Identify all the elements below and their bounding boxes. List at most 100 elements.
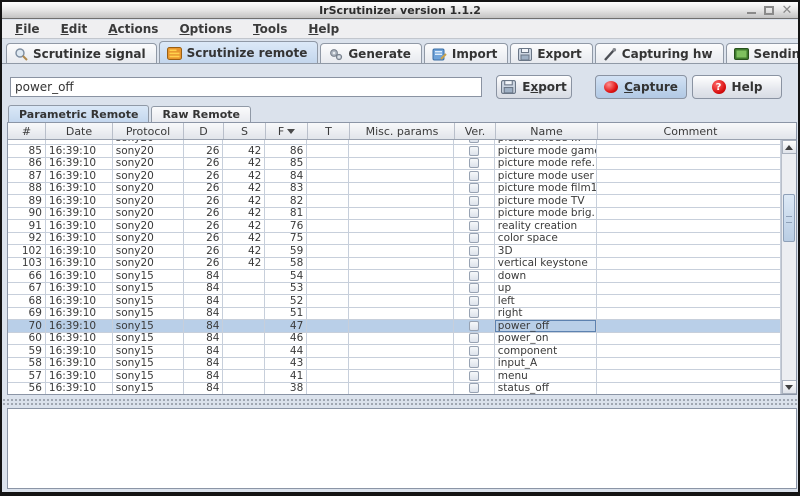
capture-button[interactable]: Capture [595, 75, 687, 99]
table-row[interactable]: 8916:39:10sony20264282picture mode TV [8, 195, 781, 208]
maximize-button[interactable] [762, 4, 776, 17]
verified-checkbox[interactable] [469, 233, 479, 243]
scrollbar-track[interactable] [782, 154, 797, 380]
vertical-scrollbar[interactable] [781, 140, 796, 394]
table-row[interactable]: 6916:39:10sony158451right [8, 308, 781, 321]
col-header-s[interactable]: S [224, 123, 266, 139]
col-header-comment[interactable]: Comment [598, 123, 783, 139]
verified-checkbox[interactable] [469, 383, 479, 393]
verified-checkbox[interactable] [469, 158, 479, 168]
verified-checkbox[interactable] [469, 308, 479, 318]
help-button[interactable]: ? Help [692, 75, 782, 99]
menu-options[interactable]: Options [173, 21, 238, 37]
help-question-icon: ? [712, 80, 726, 94]
magnifier-icon [14, 47, 28, 61]
verified-checkbox[interactable] [469, 208, 479, 218]
console-output-area[interactable] [7, 408, 797, 489]
menu-actions[interactable]: Actions [102, 21, 164, 37]
verified-checkbox[interactable] [469, 146, 479, 156]
verified-checkbox[interactable] [469, 140, 479, 143]
col-header-t[interactable]: T [308, 123, 350, 139]
menu-edit[interactable]: Edit [55, 21, 94, 37]
verified-checkbox[interactable] [469, 346, 479, 356]
record-ball-icon [604, 81, 618, 93]
table-row[interactable]: 6616:39:10sony158454down [8, 270, 781, 283]
arrow-up-icon [785, 145, 793, 150]
window-title: IrScrutinizer version 1.1.2 [319, 4, 481, 17]
col-header-protocol[interactable]: Protocol [113, 123, 184, 139]
tab-generate[interactable]: Generate [320, 43, 422, 64]
table-row[interactable]: 5716:39:10sony158441menu [8, 370, 781, 383]
scroll-up-button[interactable] [782, 140, 797, 154]
tab-scrutinize-signal[interactable]: Scrutinize signal [6, 43, 157, 64]
tab-parametric-remote[interactable]: Parametric Remote [8, 105, 149, 122]
tab-label: Export [537, 47, 581, 61]
table-row[interactable]: sony20picture mode ... [8, 140, 781, 145]
table-row[interactable]: 8816:39:10sony20264283picture mode film1 [8, 183, 781, 196]
verified-checkbox[interactable] [469, 358, 479, 368]
table-row[interactable]: 8716:39:10sony20264284picture mode user [8, 170, 781, 183]
tab-export[interactable]: Export [510, 43, 592, 64]
sort-descending-icon [287, 129, 295, 134]
verified-checkbox[interactable] [469, 296, 479, 306]
col-header-ver[interactable]: Ver. [455, 123, 496, 139]
table-row[interactable]: 10216:39:10sony202642593D [8, 245, 781, 258]
export-button-label: Export [522, 80, 566, 94]
verified-checkbox[interactable] [469, 171, 479, 181]
table-row[interactable]: 5816:39:10sony158443input_A [8, 358, 781, 371]
tab-capturing-hw[interactable]: Capturing hw [595, 43, 724, 64]
probe-pen-icon [603, 48, 617, 61]
col-header-num[interactable]: # [8, 123, 46, 139]
command-name-input[interactable] [10, 77, 482, 97]
col-header-date[interactable]: Date [46, 123, 113, 139]
verified-checkbox[interactable] [469, 371, 479, 381]
verified-checkbox[interactable] [469, 333, 479, 343]
verified-checkbox[interactable] [469, 196, 479, 206]
tab-import[interactable]: Import [424, 43, 508, 64]
main-tab-strip: Scrutinize signal Scrutinize remote Gene… [2, 41, 798, 64]
table-row[interactable]: 6716:39:10sony158453up [8, 283, 781, 296]
table-row[interactable]: 9216:39:10sony20264275color space [8, 233, 781, 246]
subtab-label: Raw Remote [162, 108, 240, 121]
tab-sending-hw[interactable]: Sending hw [726, 43, 800, 64]
table-row[interactable]: 7016:39:10sony158447power_off [8, 320, 781, 333]
verified-checkbox[interactable] [469, 271, 479, 281]
table-row[interactable]: 10316:39:10sony20264258vertical keystone [8, 258, 781, 271]
tab-scrutinize-remote[interactable]: Scrutinize remote [159, 41, 319, 64]
table-row[interactable]: 8616:39:10sony20264285picture mode refe.… [8, 158, 781, 171]
remote-list-icon [167, 47, 182, 60]
verified-checkbox[interactable] [469, 183, 479, 193]
table-row[interactable]: 9116:39:10sony20264276reality creation [8, 220, 781, 233]
table-row[interactable]: 9016:39:10sony20264281picture mode brig.… [8, 208, 781, 221]
verified-checkbox[interactable] [469, 321, 479, 331]
menu-file[interactable]: File [9, 21, 46, 37]
table-row[interactable]: 5616:39:10sony158438status_off [8, 383, 781, 395]
minimize-button[interactable] [744, 4, 758, 17]
table-row[interactable]: 8516:39:10sony20264286picture mode game [8, 145, 781, 158]
col-header-name[interactable]: Name [496, 123, 598, 139]
col-header-d[interactable]: D [184, 123, 224, 139]
parametric-remote-table: # Date Protocol D S F T Misc. params Ver… [7, 122, 797, 395]
table-row[interactable]: 5916:39:10sony158444component [8, 345, 781, 358]
split-pane-divider[interactable] [2, 398, 798, 406]
verified-checkbox[interactable] [469, 221, 479, 231]
subtab-label: Parametric Remote [19, 108, 138, 121]
table-header: # Date Protocol D S F T Misc. params Ver… [8, 123, 796, 140]
tabstrip-divider [2, 63, 798, 64]
col-header-misc-params[interactable]: Misc. params [350, 123, 455, 139]
scrollbar-thumb[interactable] [783, 194, 795, 242]
verified-checkbox[interactable] [469, 246, 479, 256]
table-row[interactable]: 6016:39:10sony158446power_on [8, 333, 781, 346]
table-row[interactable]: 6816:39:10sony158452left [8, 295, 781, 308]
floppy-disk-icon [501, 80, 516, 94]
verified-checkbox[interactable] [469, 283, 479, 293]
verified-checkbox[interactable] [469, 258, 479, 268]
tab-raw-remote[interactable]: Raw Remote [151, 106, 251, 122]
col-header-f[interactable]: F [266, 123, 308, 139]
floppy-disk-icon [518, 48, 532, 61]
export-button[interactable]: Export [496, 75, 572, 99]
close-button[interactable]: ✕ [780, 4, 794, 17]
menu-tools[interactable]: Tools [247, 21, 293, 37]
menu-help[interactable]: Help [302, 21, 345, 37]
scroll-down-button[interactable] [782, 380, 797, 394]
